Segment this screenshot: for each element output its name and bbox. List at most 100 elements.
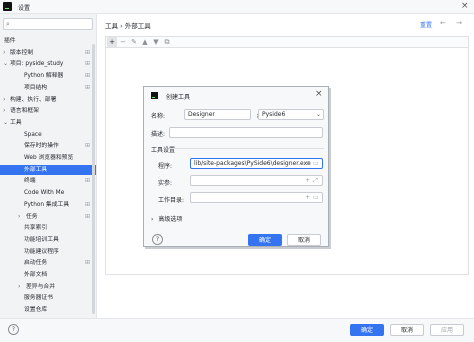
chevron-right-icon[interactable]: › <box>18 282 20 292</box>
pycharm-app-icon <box>151 92 158 99</box>
sidebar-item-label: 工具 <box>10 119 22 126</box>
back-forward-arrows[interactable]: ← → <box>440 19 466 27</box>
settings-search-input[interactable]: ⌕ <box>3 18 93 30</box>
tool-settings-section: 工具设置 <box>151 147 176 154</box>
project-scope-icon: ⊞ <box>85 177 91 185</box>
sidebar-item[interactable]: 项目结构 ⊞ <box>0 83 96 93</box>
add-macro-icon[interactable]: + <box>305 194 310 201</box>
sidebar-item[interactable]: › 语言和框架 <box>0 106 96 116</box>
help-icon[interactable]: ? <box>8 324 19 335</box>
chevron-down-icon[interactable]: ⌄ <box>3 118 8 128</box>
sidebar-item-label: 启动任务 <box>24 260 48 267</box>
sidebar-item-label: 差异与合并 <box>26 283 55 290</box>
project-scope-icon: ⊞ <box>85 200 91 208</box>
sidebar-item[interactable]: › 版本控制 ⊞ <box>0 48 96 58</box>
sidebar-item[interactable]: 共享索引 <box>0 223 96 233</box>
ok-button[interactable]: 确定 <box>350 324 384 336</box>
cancel-button[interactable]: 取消 <box>390 324 424 336</box>
sidebar-item[interactable]: Web 浏览器和预览 <box>0 153 96 163</box>
sidebar-item-label: 保存时的操作 <box>24 143 59 150</box>
description-field[interactable] <box>169 127 323 138</box>
description-label: 描述: <box>151 131 166 138</box>
apply-button[interactable]: 应用 <box>430 324 464 336</box>
copy-icon[interactable]: ⧉ <box>162 37 172 47</box>
sidebar-item[interactable]: Python 解释器 ⊞ <box>0 71 96 81</box>
project-scope-icon: ⊞ <box>85 60 91 68</box>
sidebar-item-label: 终端 <box>24 178 36 185</box>
chevron-right-icon[interactable]: › <box>3 95 5 105</box>
sidebar-item[interactable]: 功能培训工具 <box>0 235 96 245</box>
settings-footer: ? 确定 取消 应用 <box>0 318 474 342</box>
settings-sidebar: ⌕ 插件 › 版本控制 ⊞ ⌄ 项目: pyside_study ⊞ Python 解释器 ⊞ 项… <box>0 14 97 318</box>
remove-icon[interactable]: − <box>118 37 128 47</box>
chevron-right-icon[interactable]: › <box>18 212 20 222</box>
sidebar-item[interactable]: Python 集成工具 ⊞ <box>0 200 96 210</box>
advanced-options-toggle[interactable]: › 高级选项 <box>151 214 182 223</box>
add-icon[interactable]: + <box>107 37 117 47</box>
sidebar-item-label: Python 集成工具 <box>24 201 70 208</box>
arguments-label: 实参: <box>158 180 173 187</box>
sidebar-item[interactable]: 终端 ⊞ <box>0 176 96 186</box>
add-macro-icon[interactable]: + <box>305 177 310 184</box>
chevron-right-icon[interactable]: › <box>3 106 5 116</box>
sidebar-item-label: Code With Me <box>24 190 65 197</box>
project-scope-icon: ⊞ <box>85 212 91 220</box>
tools-toolbar: + − ✎ ▲ ▼ ⧉ <box>105 36 469 47</box>
help-icon[interactable]: ? <box>152 234 163 245</box>
reset-link[interactable]: 重置 <box>420 20 432 29</box>
dialog-cancel-button[interactable]: 取消 <box>287 234 321 246</box>
sidebar-item[interactable]: 保存时的操作 ⊞ <box>0 141 96 151</box>
sidebar-item[interactable]: › 构建、执行、部署 <box>0 95 96 105</box>
chevron-right-icon[interactable]: › <box>3 48 5 58</box>
sidebar-item[interactable]: 外部文档 <box>0 270 96 280</box>
sidebar-item[interactable]: 外部工具 <box>0 164 96 175</box>
sidebar-item[interactable]: ⌄ 工具 <box>0 118 96 128</box>
sidebar-item[interactable]: › 差异与合并 <box>0 282 96 292</box>
edit-icon[interactable]: ✎ <box>129 37 139 47</box>
program-value: lib/site-packages\PySide6\designer.exe <box>194 160 311 167</box>
title-bar: 设置 × <box>0 0 474 14</box>
project-scope-icon: ⊞ <box>85 72 91 80</box>
close-icon[interactable]: × <box>461 1 469 11</box>
dialog-ok-button[interactable]: 确定 <box>248 234 282 246</box>
sidebar-item[interactable]: 启动任务 ⊞ <box>0 258 96 268</box>
chevron-down-icon[interactable]: ⌄ <box>3 59 8 69</box>
program-field[interactable]: lib/site-packages\PySide6\designer.exe <box>190 158 323 169</box>
folder-icon[interactable]: ▭ <box>313 160 319 167</box>
sidebar-item-label: 项目结构 <box>24 84 48 91</box>
add-macro-icon[interactable]: + <box>305 160 310 167</box>
create-tool-dialog: 创建工具 × 名称: Designer 组: Pyside6 ⌄ 描述: 工具设… <box>143 86 329 247</box>
group-select[interactable]: Pyside6 ⌄ <box>258 109 324 120</box>
move-down-icon[interactable]: ▼ <box>151 37 161 47</box>
workdir-field[interactable] <box>190 192 323 203</box>
sidebar-scrollbar[interactable] <box>92 44 95 314</box>
sidebar-item-label: Space <box>24 131 42 138</box>
window-title: 设置 <box>18 5 31 12</box>
sidebar-item-label: 任务 <box>26 213 38 220</box>
sidebar-item[interactable]: ⌄ 项目: pyside_study ⊞ <box>0 59 96 69</box>
sidebar-item-label: 插件 <box>4 38 16 44</box>
move-up-icon[interactable]: ▲ <box>140 37 150 47</box>
sidebar-item[interactable]: Space <box>0 130 96 140</box>
pycharm-app-icon <box>3 2 12 11</box>
search-icon: ⌕ <box>6 20 10 28</box>
sidebar-item-label: 功能培训工具 <box>24 236 59 243</box>
sidebar-item-label: 共享索引 <box>24 225 48 232</box>
sidebar-item[interactable]: 设置仓库 <box>0 305 96 315</box>
sidebar-item[interactable]: 插件 <box>0 36 96 46</box>
project-scope-icon: ⊞ <box>85 48 91 56</box>
workdir-label: 工作目录: <box>158 197 185 204</box>
name-label: 名称: <box>151 113 166 120</box>
sidebar-item[interactable]: Code With Me <box>0 188 96 198</box>
chevron-down-icon: ⌄ <box>315 111 321 118</box>
sidebar-item[interactable]: › 任务 ⊞ <box>0 212 96 222</box>
arguments-field[interactable] <box>190 175 323 186</box>
sidebar-item-label: 功能建议程序 <box>24 248 59 255</box>
sidebar-item[interactable]: 服务器证书 <box>0 293 96 303</box>
name-field[interactable]: Designer <box>184 109 251 120</box>
sidebar-item-label: Python 解释器 <box>24 73 64 80</box>
folder-icon[interactable]: ▭ <box>313 194 319 201</box>
sidebar-item[interactable]: 功能建议程序 <box>0 247 96 257</box>
close-icon[interactable]: × <box>315 89 323 99</box>
expand-icon[interactable]: ⤢ <box>313 177 318 185</box>
